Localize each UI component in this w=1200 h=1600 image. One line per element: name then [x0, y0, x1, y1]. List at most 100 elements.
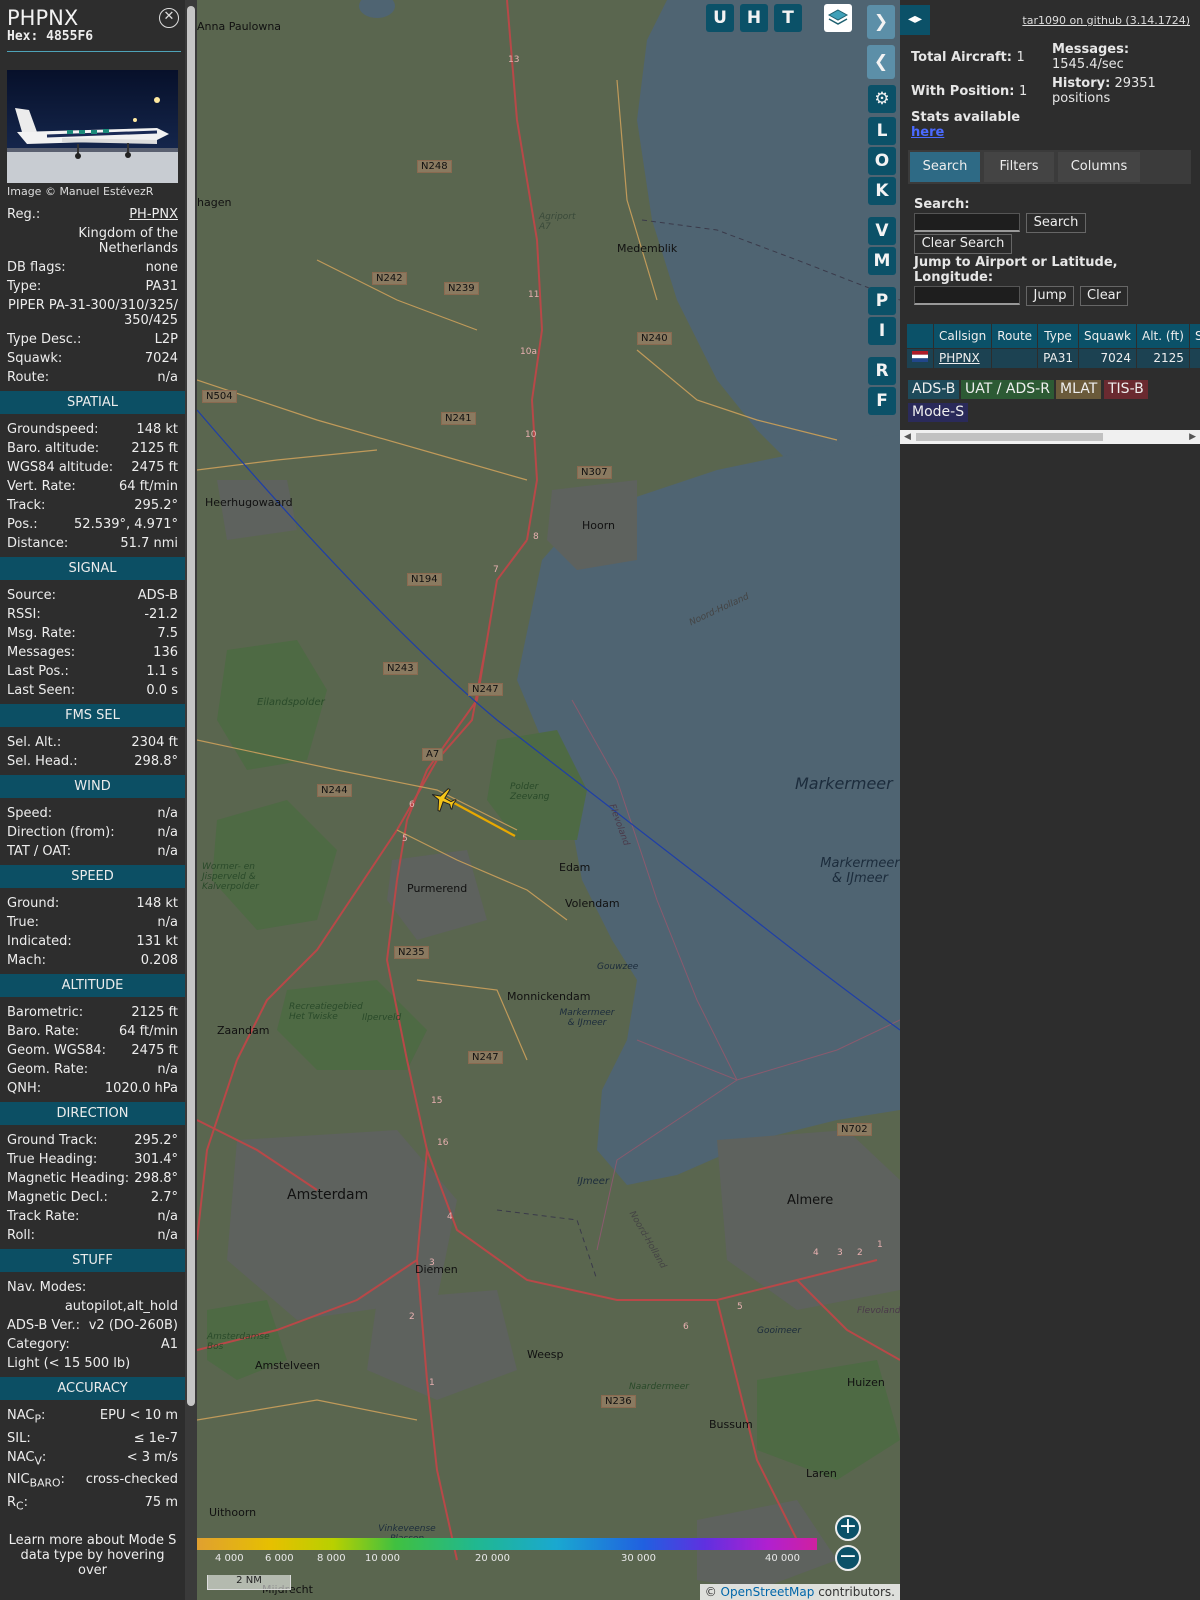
registration-link[interactable]: PH-PNX	[129, 207, 178, 222]
tab-columns[interactable]: Columns	[1058, 152, 1140, 182]
chip-modes[interactable]: Mode-S	[908, 403, 969, 422]
jump-button[interactable]: Jump	[1026, 286, 1074, 306]
map-view[interactable]: Anna Paulowna hagen Medemblik Agriport A…	[197, 0, 900, 1600]
clear-button[interactable]: Clear	[1080, 286, 1128, 306]
table-hscrollbar[interactable]: ◀ ▶	[900, 430, 1200, 444]
row-label: Track Rate:	[7, 1209, 80, 1224]
chevron-right-icon[interactable]: ❯	[867, 5, 895, 39]
section-accuracy[interactable]: ACCURACY	[0, 1377, 185, 1400]
section-stuff[interactable]: STUFF	[0, 1249, 185, 1272]
aircraft-photo[interactable]	[7, 70, 178, 183]
chip-adsb[interactable]: ADS-B	[908, 380, 960, 399]
column-header[interactable]: Type	[1037, 324, 1080, 348]
row-label: Last Seen:	[7, 683, 76, 698]
hscroll-thumb[interactable]	[916, 433, 1103, 441]
left-scrollbar-thumb[interactable]	[187, 6, 195, 1406]
row-value: 148 kt	[136, 422, 178, 437]
row-label: Indicated:	[7, 934, 72, 949]
column-header[interactable]: Spd.	[1189, 324, 1200, 348]
osm-link[interactable]: OpenStreetMap	[721, 1585, 815, 1599]
stats-link[interactable]: here	[911, 125, 1020, 140]
zoom-in-icon[interactable]: +	[835, 1515, 861, 1541]
chevron-left-icon[interactable]: ❮	[867, 45, 895, 79]
search-input[interactable]	[914, 213, 1020, 232]
stats-available: Stats available here	[911, 110, 1021, 140]
column-header[interactable]: Route	[991, 324, 1039, 348]
info-row-type: Type: PA31	[7, 279, 178, 294]
altitude-list: Barometric: 2125 ft Baro. Rate: 64 ft/min Ge…	[7, 1005, 178, 1096]
section-spatial[interactable]: SPATIAL	[0, 391, 185, 414]
map-button-f[interactable]: F	[868, 387, 896, 415]
section-fms[interactable]: FMS SEL	[0, 704, 185, 727]
search-button[interactable]: Search	[1026, 213, 1086, 233]
altitude-row: QNH: 1020.0 hPa	[7, 1081, 178, 1096]
legend-label: 8 000	[317, 1553, 346, 1564]
navmodes-value: autopilot,alt_hold	[64, 1299, 178, 1314]
scroll-right-icon[interactable]: ▶	[1189, 430, 1196, 444]
tab-search[interactable]: Search	[910, 152, 980, 182]
column-header[interactable]: Alt. (ft)	[1136, 324, 1190, 348]
close-icon[interactable]: ✕	[159, 8, 179, 28]
cell-callsign[interactable]: PHPNX	[933, 347, 993, 368]
map-button-r[interactable]: R	[868, 357, 896, 385]
map-button-m[interactable]: M	[868, 247, 896, 275]
row-label: Msg. Rate:	[7, 626, 76, 641]
category-desc: Light (< 15 500 lb)	[7, 1356, 131, 1371]
zoom-out-icon[interactable]: −	[835, 1545, 861, 1571]
row-value: 2125 ft	[131, 441, 178, 456]
map-button-h[interactable]: H	[740, 4, 768, 32]
section-wind[interactable]: WIND	[0, 775, 185, 798]
github-link[interactable]: tar1090 on github (3.14.1724)	[1022, 14, 1190, 27]
section-direction[interactable]: DIRECTION	[0, 1102, 185, 1125]
map-button-k[interactable]: K	[868, 177, 896, 205]
chip-uat[interactable]: UAT / ADS-R	[961, 380, 1054, 399]
row-label: Ground Track:	[7, 1133, 98, 1148]
row-label: Barometric:	[7, 1005, 84, 1020]
navmodes-label: Nav. Modes:	[7, 1280, 87, 1295]
row-value: 136	[153, 645, 178, 660]
info-row-route: Route: n/a	[7, 370, 178, 385]
clear-search-button[interactable]: Clear Search	[914, 234, 1012, 254]
fms-row: Sel. Alt.: 2304 ft	[7, 735, 178, 750]
map-button-v[interactable]: V	[868, 217, 896, 245]
scale-bar: 2 NM	[207, 1575, 291, 1590]
section-signal[interactable]: SIGNAL	[0, 557, 185, 580]
stat-withpos: With Position: 1	[911, 84, 1028, 99]
altitude-row: Baro. Rate: 64 ft/min	[7, 1024, 178, 1039]
section-altitude[interactable]: ALTITUDE	[0, 974, 185, 997]
jump-input[interactable]	[914, 286, 1020, 305]
title-divider	[7, 51, 181, 52]
column-header[interactable]: Squawk	[1078, 324, 1137, 348]
wind-row: TAT / OAT: n/a	[7, 844, 178, 859]
legend-label: 30 000	[621, 1553, 656, 1564]
row-label: Track:	[7, 498, 46, 513]
column-header[interactable]: Callsign	[933, 324, 993, 348]
row-value: 0.0 s	[146, 683, 178, 698]
layers-icon[interactable]	[824, 4, 852, 32]
scroll-left-icon[interactable]: ◀	[904, 430, 911, 444]
section-speed[interactable]: SPEED	[0, 865, 185, 888]
settings-gear-icon[interactable]: ⚙	[868, 85, 896, 113]
speed-list: Ground: 148 kt True: n/a Indicated: 131 kt Mac…	[7, 896, 178, 968]
expand-toggle-icon[interactable]: ◂▸	[900, 5, 930, 35]
aircraft-marker-icon[interactable]	[429, 785, 459, 815]
table-row[interactable]: PHPNX PA31 7024 2125	[907, 347, 1200, 368]
row-value: 1.1 s	[146, 664, 178, 679]
map-button-p[interactable]: P	[868, 287, 896, 315]
chip-tisb[interactable]: TIS-B	[1104, 380, 1148, 399]
column-header[interactable]	[907, 324, 934, 348]
altitude-legend-bar[interactable]	[197, 1538, 817, 1550]
map-button-l[interactable]: L	[868, 117, 896, 145]
stat-total: Total Aircraft: 1	[911, 50, 1025, 65]
map-button-t[interactable]: T	[774, 4, 802, 32]
map-button-o[interactable]: O	[868, 147, 896, 175]
signal-row: RSSI: -21.2	[7, 607, 178, 622]
tab-filters[interactable]: Filters	[984, 152, 1054, 182]
direction-row: Roll: n/a	[7, 1228, 178, 1243]
row-label: Direction (from):	[7, 825, 115, 840]
map-button-u[interactable]: U	[706, 4, 734, 32]
row-label: Baro. altitude:	[7, 441, 100, 456]
chip-mlat[interactable]: MLAT	[1056, 380, 1102, 399]
map-button-i[interactable]: I	[868, 317, 896, 345]
signal-row: Last Pos.: 1.1 s	[7, 664, 178, 679]
